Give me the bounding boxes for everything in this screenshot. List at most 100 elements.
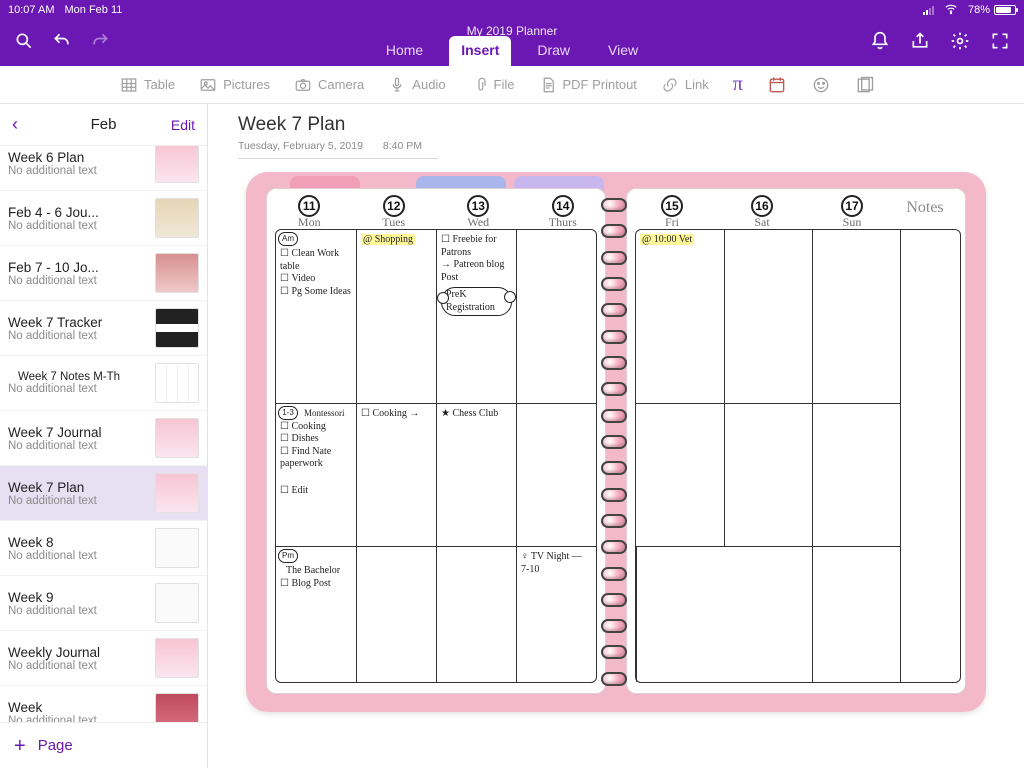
tab-view[interactable]: View <box>596 36 650 66</box>
handnote: ♀ TV Night — 7-10 <box>521 551 592 576</box>
sidebar-page-item[interactable]: WeekNo additional text <box>0 686 207 722</box>
handnote: Montessori <box>304 408 345 418</box>
ribbon-date[interactable] <box>767 75 787 95</box>
ribbon-pictures[interactable]: Pictures <box>199 76 270 94</box>
sidebar-page-item[interactable]: Feb 4 - 6 Jou...No additional text <box>0 191 207 246</box>
sidebar-page-name: Week 6 Plan <box>8 150 147 165</box>
page-thumbnail <box>155 638 199 678</box>
page-thumbnail <box>155 363 199 403</box>
sidebar-header: ‹ Feb Edit <box>0 104 207 146</box>
ribbon-space[interactable] <box>855 75 875 95</box>
page-thumbnail <box>155 146 199 183</box>
handnote: Cooking → <box>361 408 432 421</box>
handnote: Video <box>280 273 352 286</box>
note-canvas[interactable]: Week 7 Plan Tuesday, February 5, 2019 8:… <box>208 104 1024 768</box>
sidebar-page-name: Week 7 Plan <box>8 480 147 495</box>
sidebar-page-item[interactable]: Week 7 Notes M-ThNo additional text <box>0 356 207 411</box>
ribbon-file[interactable]: File <box>470 76 515 94</box>
day-name: Sun <box>843 215 862 229</box>
ribbon-equation[interactable]: π <box>733 73 743 96</box>
sidebar-page-name: Week <box>8 700 147 715</box>
day-name: Mon <box>298 215 321 229</box>
tab-home[interactable]: Home <box>374 36 435 66</box>
cell-fri-mid <box>636 403 724 546</box>
day-name: Fri <box>665 215 679 229</box>
wifi-icon <box>944 2 958 19</box>
page-title[interactable]: Week 7 Plan <box>238 114 1024 136</box>
page-thumbnail <box>155 693 199 722</box>
day-number: 11 <box>298 195 320 217</box>
page-thumbnail <box>155 253 199 293</box>
sidebar-page-name: Week 7 Tracker <box>8 315 147 330</box>
handnote: Clean Work table <box>280 248 352 273</box>
chevron-left-icon[interactable]: ‹ <box>12 114 18 135</box>
day-number: 17 <box>841 195 863 217</box>
status-time: 10:07 AM <box>8 4 54 16</box>
sidebar-page-sub: No additional text <box>8 330 147 342</box>
sidebar-page-sub: No additional text <box>8 275 147 287</box>
sidebar-page-item[interactable]: Week 7 TrackerNo additional text <box>0 301 207 356</box>
ribbon-link-label: Link <box>685 77 709 92</box>
notes-column <box>900 230 960 682</box>
sidebar-page-item[interactable]: Week 6 PlanNo additional text <box>0 146 207 191</box>
day-header: 15Fri <box>627 195 717 227</box>
day-header: 14Thurs <box>521 195 606 227</box>
cell-sat-pm <box>724 546 812 682</box>
handnote: ★ Chess Club <box>441 408 512 421</box>
notes-heading: Notes <box>895 199 955 217</box>
tab-insert[interactable]: Insert <box>449 36 511 66</box>
sidebar-page-sub: No additional text <box>8 383 147 395</box>
tab-draw[interactable]: Draw <box>525 36 582 66</box>
sidebar-page-item[interactable]: Week 8No additional text <box>0 521 207 576</box>
pages-sidebar: ‹ Feb Edit Week 6 PlanNo additional text… <box>0 104 208 768</box>
sidebar-page-item[interactable]: Weekly JournalNo additional text <box>0 631 207 686</box>
add-page-label: Page <box>38 737 73 754</box>
ribbon-link[interactable]: Link <box>661 76 709 94</box>
cell-sun-mid <box>812 403 900 546</box>
page-thumbnail <box>155 528 199 568</box>
day-header: 16Sat <box>717 195 807 227</box>
handnote-highlight: @ Shopping <box>361 234 415 245</box>
pm-badge: Pm <box>278 549 298 563</box>
mid-badge: 1-3 <box>278 406 298 420</box>
day-name: Sat <box>754 215 769 229</box>
ribbon-table[interactable]: Table <box>120 76 175 94</box>
handnote: Cooking <box>280 421 352 434</box>
planner-right-page: 15Fri16Sat17Sun Notes @ 10:00 Vet <box>626 188 966 694</box>
add-page-button[interactable]: + Page <box>0 722 207 768</box>
cell-mon-pm: Pm The Bachelor Blog Post <box>276 546 356 682</box>
cell-thu-mid <box>516 403 596 546</box>
plus-icon: + <box>14 736 26 756</box>
handnote: Dishes <box>280 433 352 446</box>
pages-list[interactable]: Week 6 PlanNo additional textFeb 4 - 6 J… <box>0 146 207 722</box>
sidebar-page-item[interactable]: Week 7 JournalNo additional text <box>0 411 207 466</box>
ribbon-camera[interactable]: Camera <box>294 76 364 94</box>
ribbon-emoji[interactable] <box>811 75 831 95</box>
sidebar-page-item[interactable]: Feb 7 - 10 Jo...No additional text <box>0 246 207 301</box>
pi-icon: π <box>733 73 743 96</box>
handnote: → Patreon blog Post <box>441 259 512 284</box>
app-title-bar: My 2019 Planner Home Insert Draw View <box>0 20 1024 66</box>
cell-sun-am <box>812 230 900 403</box>
sidebar-page-sub: No additional text <box>8 440 147 452</box>
handnote: Freebie for Patrons <box>441 234 512 259</box>
cell-thu-am <box>516 230 596 403</box>
day-header: 17Sun <box>807 195 897 227</box>
page-thumbnail <box>155 418 199 458</box>
cell-thu-pm: ♀ TV Night — 7-10 <box>516 546 596 682</box>
sidebar-page-item[interactable]: Week 7 PlanNo additional text <box>0 466 207 521</box>
sidebar-page-name: Week 7 Journal <box>8 425 147 440</box>
ribbon-pdf[interactable]: PDF Printout <box>539 76 637 94</box>
sidebar-page-item[interactable]: Week 9No additional text <box>0 576 207 631</box>
sidebar-edit-button[interactable]: Edit <box>171 117 195 133</box>
page-thumbnail <box>155 473 199 513</box>
sidebar-page-sub: No additional text <box>8 660 147 672</box>
day-header: 13Wed <box>436 195 521 227</box>
handnote: Find Nate paperwork <box>280 446 352 471</box>
sidebar-page-name: Week 9 <box>8 590 147 605</box>
handnote: Pg Some Ideas <box>280 286 352 299</box>
ribbon-audio[interactable]: Audio <box>388 76 445 94</box>
day-number: 16 <box>751 195 773 217</box>
am-badge: Am <box>278 232 298 246</box>
page-time: 8:40 PM <box>383 140 422 152</box>
